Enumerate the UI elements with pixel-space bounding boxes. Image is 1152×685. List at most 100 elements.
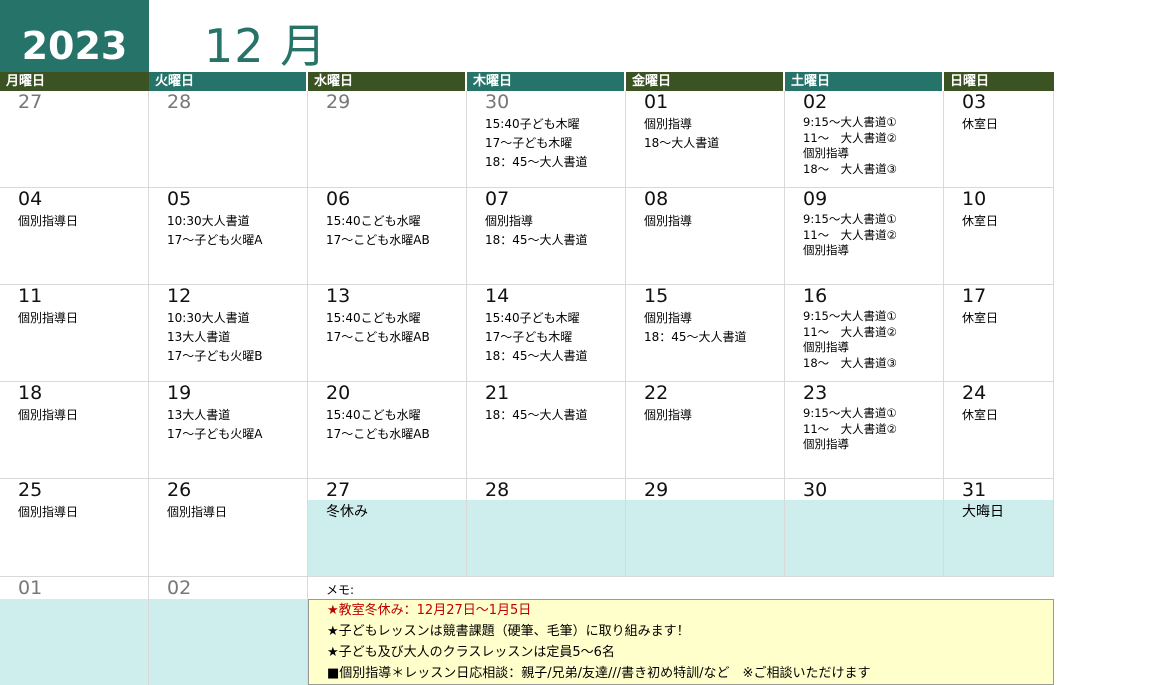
- day-cell[interactable]: 28: [149, 91, 308, 188]
- event-item: 18～ 大人書道③: [803, 161, 897, 176]
- weekday-header-sun: 日曜日: [944, 72, 1054, 91]
- day-number: 04: [18, 188, 43, 210]
- day-cell[interactable]: 03 休室日: [944, 91, 1054, 188]
- day-number: 10: [962, 188, 987, 210]
- day-cell[interactable]: 25 個別指導日: [0, 479, 149, 577]
- day-cell[interactable]: 30: [785, 479, 944, 577]
- event-item: 11～ 大人書道②: [803, 421, 897, 436]
- event-item: 9:15～大人書道①: [803, 115, 897, 129]
- day-number: 25: [18, 479, 43, 501]
- event-item: 個別指導日: [167, 505, 228, 519]
- day-number: 20: [326, 382, 351, 404]
- day-number: 30: [485, 91, 510, 113]
- event-list: 休室日: [962, 115, 998, 134]
- day-cell[interactable]: 10 休室日: [944, 188, 1054, 285]
- event-list: 冬休み: [326, 503, 368, 522]
- event-item: 9:15～大人書道①: [803, 406, 897, 420]
- event-item: 17～こども水曜AB: [326, 233, 430, 247]
- event-item: 11～ 大人書道②: [803, 227, 897, 242]
- event-item: 休室日: [962, 117, 999, 131]
- day-cell[interactable]: 22 個別指導: [626, 382, 785, 479]
- event-item: 個別指導日: [18, 408, 79, 422]
- day-cell[interactable]: 01 個別指導 18～大人書道: [626, 91, 785, 188]
- event-item: 休室日: [962, 408, 999, 422]
- day-cell[interactable]: 06 15:40こども水曜 17～こども水曜AB: [308, 188, 467, 285]
- day-cell[interactable]: 26 個別指導日: [149, 479, 308, 577]
- day-cell[interactable]: 09 9:15～大人書道① 11～ 大人書道② 個別指導: [785, 188, 944, 285]
- event-item: 17～子ども火曜A: [167, 427, 263, 441]
- event-list: 個別指導日: [18, 503, 78, 522]
- event-item: 18：45～大人書道: [485, 349, 588, 363]
- event-list: 個別指導 18：45～大人書道: [644, 309, 747, 347]
- event-item: 個別指導: [644, 311, 693, 325]
- day-cell[interactable]: 07 個別指導 18：45～大人書道: [467, 188, 626, 285]
- day-cell[interactable]: 27 冬休み: [308, 479, 467, 577]
- event-item: 18～大人書道: [644, 136, 720, 150]
- day-cell[interactable]: 15 個別指導 18：45～大人書道: [626, 285, 785, 382]
- memo-box[interactable]: ★教室冬休み：12月27日～1月5日 ★子どもレッスンは競書課題（硬筆、毛筆）に…: [308, 599, 1054, 685]
- event-list: 個別指導日: [18, 406, 78, 425]
- event-item: 17～子ども火曜B: [167, 349, 263, 363]
- day-cell[interactable]: 24 休室日: [944, 382, 1054, 479]
- day-number: 07: [485, 188, 510, 210]
- event-item: 17～こども水曜AB: [326, 330, 430, 344]
- event-item: 17～子ども木曜: [485, 136, 573, 150]
- event-item: 13大人書道: [167, 408, 231, 422]
- event-list: 個別指導日: [18, 212, 78, 231]
- event-item: 11～ 大人書道②: [803, 130, 897, 145]
- event-list: 15:40子ども木曜 17～子ども木曜 18：45～大人書道: [485, 309, 588, 366]
- event-list: 大晦日: [962, 503, 1004, 522]
- day-cell[interactable]: 14 15:40子ども木曜 17～子ども木曜 18：45～大人書道: [467, 285, 626, 382]
- day-cell[interactable]: 18 個別指導日: [0, 382, 149, 479]
- day-cell[interactable]: 02 9:15～大人書道① 11～ 大人書道② 個別指導 18～ 大人書道③: [785, 91, 944, 188]
- year-text: 2023: [21, 24, 128, 68]
- day-cell[interactable]: 30 15:40子ども木曜 17～子ども木曜 18：45～大人書道: [467, 91, 626, 188]
- month-title: 12 月: [204, 19, 328, 73]
- event-list: 15:40こども水曜 17～こども水曜AB: [326, 406, 430, 444]
- event-item: 17～子ども木曜: [485, 330, 573, 344]
- day-cell[interactable]: 27: [0, 91, 149, 188]
- day-cell[interactable]: 16 9:15～大人書道① 11～ 大人書道② 個別指導 18～ 大人書道③: [785, 285, 944, 382]
- day-cell[interactable]: 31 大晦日: [944, 479, 1054, 577]
- day-cell[interactable]: 29: [308, 91, 467, 188]
- day-cell[interactable]: 02: [149, 577, 308, 685]
- day-number: 29: [326, 91, 351, 113]
- day-cell[interactable]: 01: [0, 577, 149, 685]
- day-number: 27: [18, 91, 43, 113]
- memo-line: ★子どもレッスンは競書課題（硬筆、毛筆）に取り組みます！: [327, 624, 690, 639]
- day-cell[interactable]: 19 13大人書道 17～子ども火曜A: [149, 382, 308, 479]
- event-item: 個別指導: [803, 146, 849, 160]
- day-cell[interactable]: 04 個別指導日: [0, 188, 149, 285]
- event-item: 個別指導: [644, 214, 693, 228]
- event-list: 10:30大人書道 13大人書道 17～子ども火曜B: [167, 309, 263, 366]
- event-list: 9:15～大人書道① 11～ 大人書道② 個別指導: [803, 212, 897, 259]
- day-cell[interactable]: 08 個別指導: [626, 188, 785, 285]
- event-item: 個別指導日: [18, 311, 79, 325]
- day-number: 12: [167, 285, 192, 307]
- event-item: 15:40子ども木曜: [485, 117, 580, 131]
- day-cell[interactable]: 23 9:15～大人書道① 11～ 大人書道② 個別指導: [785, 382, 944, 479]
- day-cell[interactable]: 17 休室日: [944, 285, 1054, 382]
- day-number: 19: [167, 382, 192, 404]
- day-number: 24: [962, 382, 987, 404]
- event-list: 個別指導: [644, 212, 692, 231]
- event-list: 個別指導日: [18, 309, 78, 328]
- event-list: 個別指導 18：45～大人書道: [485, 212, 588, 250]
- day-number: 06: [326, 188, 351, 210]
- event-list: 15:40こども水曜 17～こども水曜AB: [326, 309, 430, 347]
- day-cell[interactable]: 21 18：45～大人書道: [467, 382, 626, 479]
- event-item: 18：45～大人書道: [485, 408, 588, 422]
- day-cell[interactable]: 28: [467, 479, 626, 577]
- day-cell[interactable]: 11 個別指導日: [0, 285, 149, 382]
- day-cell[interactable]: 13 15:40こども水曜 17～こども水曜AB: [308, 285, 467, 382]
- memo-line: ■個別指導＊レッスン日応相談：親子/兄弟/友達///書き初め特訓/など ※ご相談…: [327, 666, 871, 681]
- event-item: 18：45～大人書道: [485, 155, 588, 169]
- day-number: 16: [803, 285, 828, 307]
- day-cell[interactable]: 20 15:40こども水曜 17～こども水曜AB: [308, 382, 467, 479]
- day-cell[interactable]: 29: [626, 479, 785, 577]
- weekday-header-sat: 土曜日: [785, 72, 942, 91]
- event-item: 個別指導: [644, 117, 693, 131]
- day-cell[interactable]: 12 10:30大人書道 13大人書道 17～子ども火曜B: [149, 285, 308, 382]
- memo-line: ★子ども及び大人のクラスレッスンは定員5～6名: [327, 645, 615, 660]
- day-cell[interactable]: 05 10:30大人書道 17～子ども火曜A: [149, 188, 308, 285]
